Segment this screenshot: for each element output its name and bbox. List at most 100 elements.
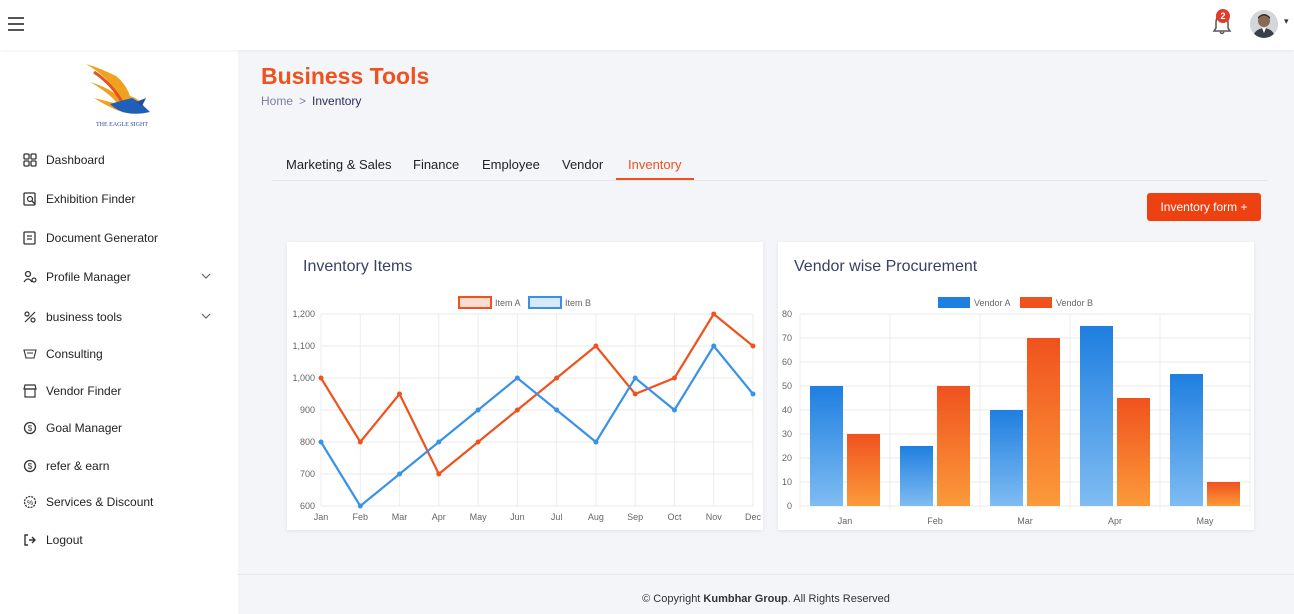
data-point [436,471,442,477]
bar [1170,374,1203,506]
y-tick-label: 0 [787,501,792,511]
sidebar-item-services-discount[interactable]: % Services & Discount [22,492,222,512]
avatar-caret-icon[interactable]: ▾ [1284,16,1289,27]
x-tick-label: May [470,512,488,522]
x-tick-label: Mar [392,512,408,522]
sidebar-item-label: Services & Discount [46,495,154,509]
company-name: Kumbhar Group [703,593,788,605]
hamburger-menu-icon[interactable] [8,17,24,31]
sidebar-item-business-tools[interactable]: business tools [22,307,222,327]
sidebar-item-refer-earn[interactable]: $ refer & earn [22,456,222,476]
x-tick-label: Sep [627,512,643,522]
x-tick-label: Jan [314,512,329,522]
breadcrumb-home[interactable]: Home [261,94,293,108]
tab-vendor[interactable]: Vendor [562,157,603,172]
bar [1027,338,1060,506]
breadcrumb-current: Inventory [312,94,362,108]
search-doc-icon [22,191,38,207]
tab-employee[interactable]: Employee [482,157,540,172]
sidebar-item-goal-manager[interactable]: $ Goal Manager [22,418,222,438]
sidebar-item-label: Document Generator [46,231,159,245]
sidebar-item-exhibition-finder[interactable]: Exhibition Finder [22,189,222,209]
legend-swatch [458,296,492,309]
x-tick-label: Nov [706,512,723,522]
footer: © Copyright Kumbhar Group. All Rights Re… [238,574,1294,614]
data-point [711,343,717,349]
x-tick-label: Jan [838,516,853,526]
consulting-icon [22,346,38,362]
data-point [711,311,717,317]
x-tick-label: Aug [588,512,604,522]
tools-icon [22,309,38,325]
logout-icon [22,532,38,548]
data-point [475,439,481,445]
sidebar-item-label: Profile Manager [46,270,131,284]
data-point [514,375,520,381]
data-point [632,375,638,381]
svg-text:%: % [27,500,33,507]
bar [1080,326,1113,506]
top-bar: 2 ▾ [0,0,1294,50]
legend-label: Item A [495,298,521,308]
inventory-form-button[interactable]: Inventory form + [1147,193,1261,221]
sidebar-item-dashboard[interactable]: Dashboard [22,150,222,170]
sidebar-item-label: Consulting [46,347,103,361]
data-point [436,439,442,445]
sidebar-item-label: Goal Manager [46,421,123,435]
data-point [514,407,520,413]
logo-text: THE EAGLE SIGHT [96,122,148,128]
legend-label: Vendor A [974,298,1011,308]
chevron-down-icon[interactable] [200,310,212,322]
sidebar-item-label: refer & earn [46,459,110,473]
x-tick-label: Feb [353,512,369,522]
data-point [397,391,403,397]
sidebar-item-label: Logout [46,533,83,547]
user-avatar[interactable] [1250,10,1278,38]
bar [1207,482,1240,506]
svg-text:$: $ [28,424,33,433]
y-tick-label: 70 [782,333,792,343]
sidebar-item-vendor-finder[interactable]: Vendor Finder [22,381,222,401]
tab-inventory[interactable]: Inventory [628,157,681,172]
sidebar: THE EAGLE SIGHT Dashboard Exhibition Fin… [0,50,238,614]
bar [810,386,843,506]
copyright-prefix: © Copyright [642,593,704,605]
tab-bar: Marketing & Sales Finance Employee Vendo… [272,148,1268,181]
data-point [318,439,324,445]
legend-label: Item B [565,298,591,308]
sidebar-item-label: Exhibition Finder [46,192,136,206]
sidebar-item-consulting[interactable]: Consulting [22,344,222,364]
sidebar-item-document-generator[interactable]: Document Generator [22,228,222,248]
sidebar-item-logout[interactable]: Logout [22,530,222,550]
x-tick-label: Jun [510,512,525,522]
dashboard-icon [22,152,38,168]
x-tick-label: Oct [667,512,682,522]
data-point [397,471,403,477]
sidebar-item-label: Dashboard [46,153,105,167]
y-tick-label: 1,100 [292,341,315,351]
sidebar-item-label: business tools [46,310,123,324]
discount-icon: % [22,494,38,510]
vendor-procurement-card: Vendor wise Procurement 0 10 20 30 40 50 60 70 8… [778,242,1254,530]
copyright-suffix: . All Rights Reserved [787,593,890,605]
active-tab-indicator [616,178,694,180]
y-tick-label: 700 [300,469,315,479]
legend-swatch [938,297,970,308]
notification-badge: 2 [1216,9,1230,23]
sidebar-item-profile-manager[interactable]: Profile Manager [22,267,222,287]
y-tick-label: 50 [782,381,792,391]
bar [937,386,970,506]
y-tick-label: 30 [782,429,792,439]
chevron-down-icon[interactable] [200,270,212,282]
bar [1117,398,1150,506]
legend-swatch [1020,297,1052,308]
y-tick-label: 60 [782,357,792,367]
data-point [671,407,677,413]
x-tick-label: Feb [927,516,943,526]
data-point [593,343,599,349]
page-title: Business Tools [261,63,430,89]
data-point [318,375,324,381]
tab-marketing-sales[interactable]: Marketing & Sales [286,157,392,172]
y-tick-label: 40 [782,405,792,415]
tab-finance[interactable]: Finance [413,157,459,172]
